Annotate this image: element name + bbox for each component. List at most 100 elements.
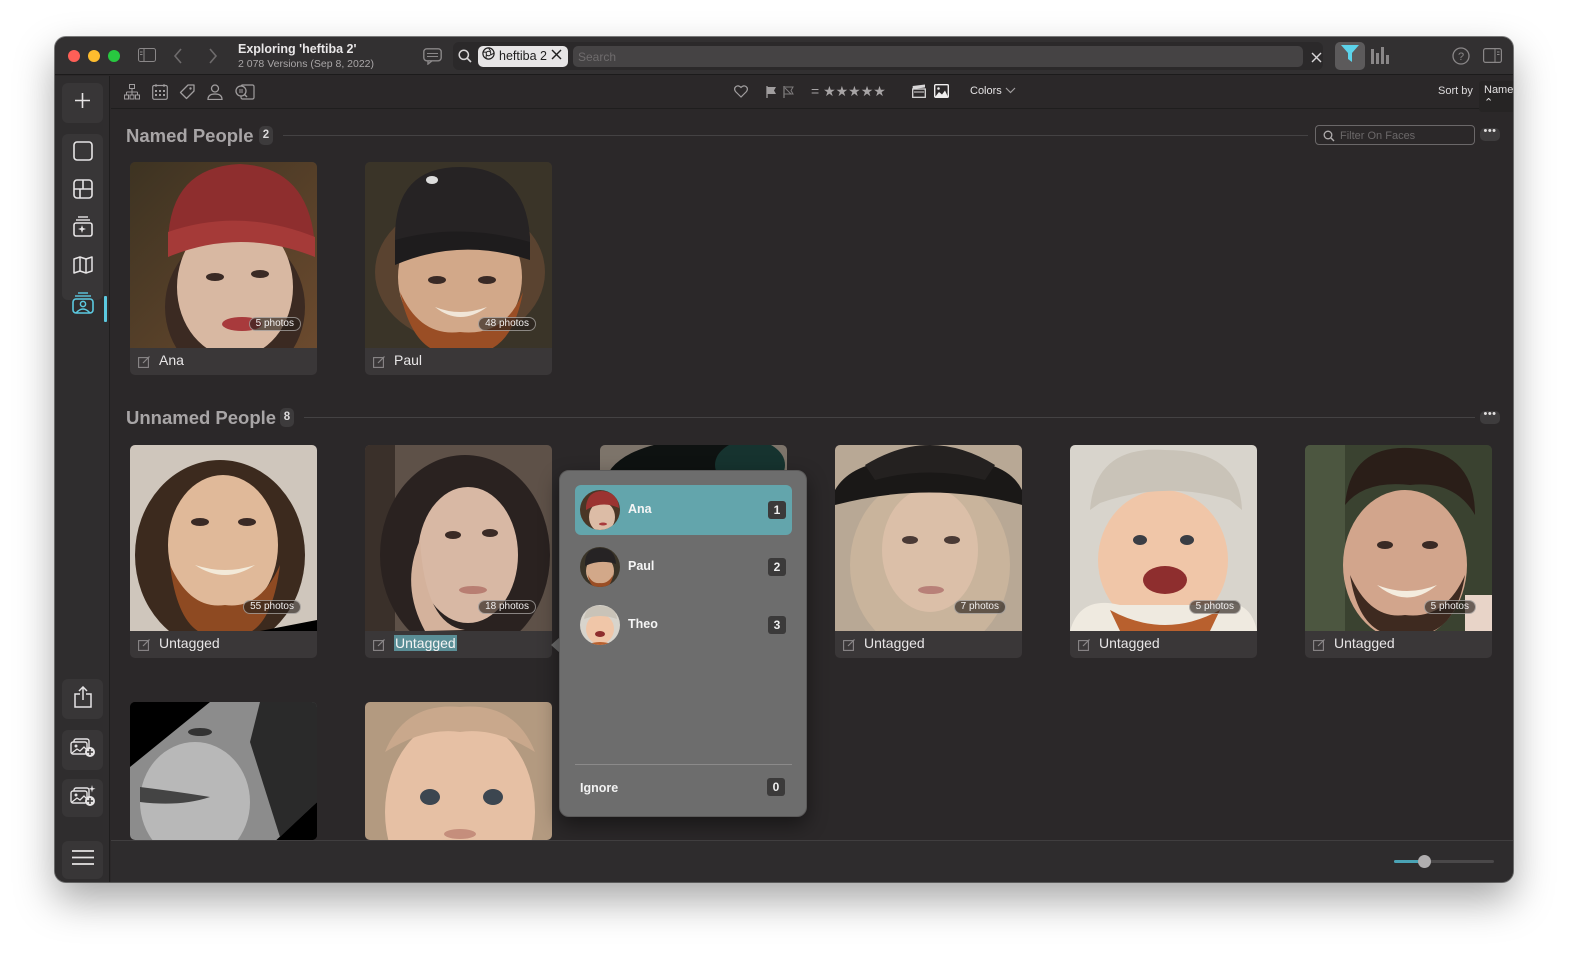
zoom-window-button[interactable] xyxy=(108,50,120,62)
edit-name-icon[interactable] xyxy=(843,638,855,656)
photo-count-badge: 5 photos xyxy=(1423,600,1476,614)
calendar-icon[interactable] xyxy=(152,84,168,105)
hierarchy-icon[interactable] xyxy=(124,84,140,105)
histogram-icon[interactable] xyxy=(1371,47,1389,68)
person-name[interactable]: Paul xyxy=(394,352,422,368)
photo-count-badge: 5 photos xyxy=(248,317,301,331)
svg-text:?: ? xyxy=(1458,51,1464,63)
person-card[interactable] xyxy=(365,702,552,840)
popover-item-name: Theo xyxy=(628,617,658,631)
share-group xyxy=(62,679,103,719)
sidebar-toggle-icon[interactable] xyxy=(138,48,156,66)
import-group xyxy=(62,730,103,770)
search-token-label: heftiba 2 xyxy=(499,49,547,63)
aperture-icon xyxy=(482,46,495,67)
title-bar: Exploring 'heftiba 2' 2 078 Versions (Se… xyxy=(55,37,1513,75)
person-name[interactable]: Untagged xyxy=(1099,635,1160,651)
tag-icon[interactable] xyxy=(179,84,195,105)
inspector-toggle-icon[interactable] xyxy=(1483,48,1502,67)
colors-dropdown[interactable]: Colors xyxy=(970,85,1016,97)
flag-icon[interactable] xyxy=(766,85,777,103)
person-name[interactable]: Untagged xyxy=(159,635,220,651)
ignore-option[interactable]: Ignore xyxy=(580,781,618,795)
smart-album-button[interactable] xyxy=(62,212,103,246)
add-group xyxy=(62,83,103,123)
thumbnail-size-slider[interactable] xyxy=(1394,855,1494,868)
person-card[interactable]: 18 photos Untagged xyxy=(365,445,552,658)
person-card[interactable]: 5 photos Untagged xyxy=(1305,445,1492,658)
edit-name-icon[interactable] xyxy=(1078,638,1090,656)
photo-count-badge: 18 photos xyxy=(478,600,536,614)
bottom-bar xyxy=(111,840,1513,882)
filter-on-faces-input[interactable] xyxy=(1340,128,1470,143)
slider-thumb[interactable] xyxy=(1418,855,1431,868)
people-view-button[interactable] xyxy=(62,288,107,322)
map-view-button[interactable] xyxy=(62,250,103,284)
person-name-field-editing[interactable]: Untagged xyxy=(394,635,457,651)
forward-arrow-icon[interactable] xyxy=(208,48,218,68)
window-subtitle: 2 078 Versions (Sep 8, 2022) xyxy=(238,58,375,70)
grid-view-icon xyxy=(72,178,93,204)
edit-name-icon[interactable] xyxy=(138,638,150,656)
edit-name-icon[interactable] xyxy=(373,638,385,656)
person-card[interactable]: 7 photos Untagged xyxy=(835,445,1022,658)
close-window-button[interactable] xyxy=(68,50,80,62)
popover-item-name: Ana xyxy=(628,502,652,516)
menu-button[interactable] xyxy=(62,843,103,877)
comment-icon[interactable] xyxy=(423,48,442,69)
shortcut-key-badge: 0 xyxy=(767,778,785,796)
colors-label: Colors xyxy=(970,85,1002,97)
filter-on-faces-field[interactable] xyxy=(1315,125,1475,145)
share-icon xyxy=(73,685,92,713)
person-card[interactable] xyxy=(130,702,317,840)
person-name[interactable]: Untagged xyxy=(864,635,925,651)
import-photos-button[interactable] xyxy=(62,733,103,767)
reject-flag-icon[interactable] xyxy=(783,85,794,103)
share-button[interactable] xyxy=(62,682,103,716)
filter-button[interactable] xyxy=(1335,42,1365,70)
single-view-button[interactable] xyxy=(62,136,103,170)
person-card[interactable]: 5 photos Untagged xyxy=(1070,445,1257,658)
photo-count-badge: 55 photos xyxy=(243,600,301,614)
popover-item-theo[interactable]: Theo 3 xyxy=(575,600,792,650)
person-icon[interactable] xyxy=(207,84,223,105)
clear-search-icon[interactable] xyxy=(1311,50,1322,68)
sort-field-select[interactable]: Name ⌃ xyxy=(1479,81,1513,112)
people-album-icon xyxy=(71,291,94,319)
photo-filter-icon[interactable] xyxy=(933,83,950,103)
edit-name-icon[interactable] xyxy=(138,355,150,373)
video-clapper-icon[interactable] xyxy=(912,84,926,103)
smart-import-button[interactable] xyxy=(62,781,103,815)
help-icon[interactable]: ? xyxy=(1452,47,1470,69)
remove-token-icon[interactable] xyxy=(551,46,562,67)
section-divider xyxy=(283,135,1308,136)
heart-icon[interactable] xyxy=(734,85,748,103)
text-search-icon[interactable] xyxy=(235,84,255,105)
person-name[interactable]: Untagged xyxy=(1334,635,1395,651)
add-photos-sparkle-icon xyxy=(69,784,96,812)
search-input[interactable] xyxy=(573,46,1303,67)
person-card[interactable]: 55 photos Untagged xyxy=(130,445,317,658)
search-token[interactable]: heftiba 2 xyxy=(478,46,568,67)
named-more-button[interactable]: ••• xyxy=(1480,126,1500,141)
face-thumbnail xyxy=(365,702,552,840)
unnamed-more-button[interactable]: ••• xyxy=(1480,409,1500,424)
grid-view-button[interactable] xyxy=(62,174,103,208)
popover-item-paul[interactable]: Paul 2 xyxy=(575,542,792,592)
popover-item-ana[interactable]: Ana 1 xyxy=(575,485,792,535)
person-card[interactable]: 48 photos Paul xyxy=(365,162,552,375)
rating-filter[interactable]: = ★★★★★ xyxy=(811,83,886,100)
search-bar: heftiba 2 xyxy=(453,42,1323,70)
section-divider xyxy=(304,417,1475,418)
named-people-count: 2 xyxy=(259,126,273,145)
popover-item-name: Paul xyxy=(628,559,655,573)
person-card[interactable]: 5 photos Ana xyxy=(130,162,317,375)
person-name[interactable]: Ana xyxy=(159,352,184,368)
edit-name-icon[interactable] xyxy=(1313,638,1325,656)
avatar xyxy=(580,605,620,645)
back-arrow-icon[interactable] xyxy=(173,48,183,68)
minimize-window-button[interactable] xyxy=(88,50,100,62)
edit-name-icon[interactable] xyxy=(373,355,385,373)
left-sidebar xyxy=(55,76,110,882)
add-button[interactable] xyxy=(62,86,103,120)
